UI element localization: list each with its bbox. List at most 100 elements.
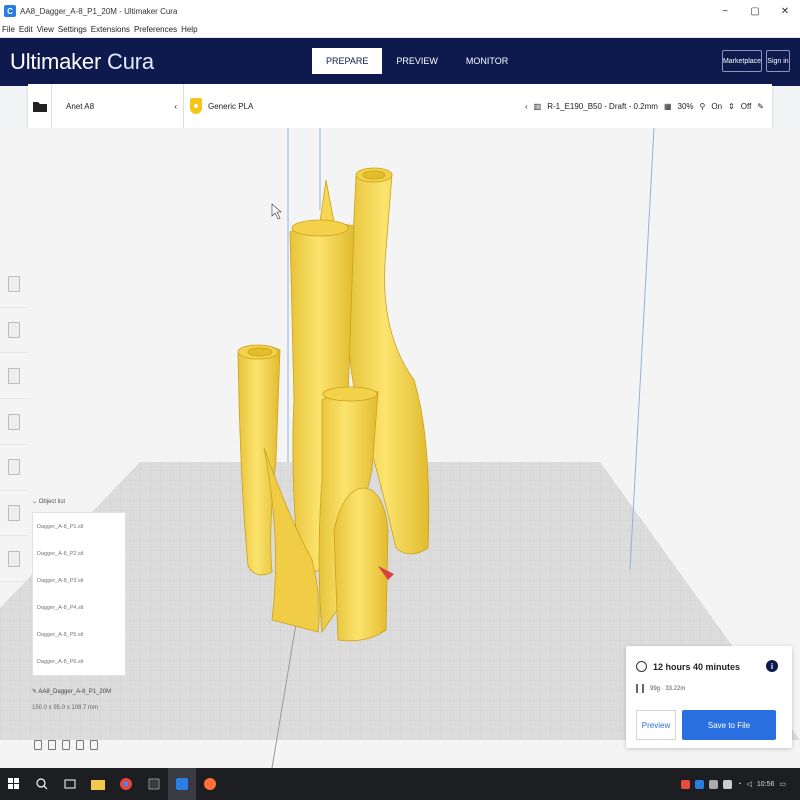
- job-info: ✎ AA8_Dagger_A-8_P1_20M 150.0 x 95.0 x 1…: [32, 688, 111, 711]
- model-dimensions: 150.0 x 95.0 x 108.7 mm: [32, 705, 99, 711]
- maximize-button[interactable]: ▢: [740, 0, 770, 22]
- taskbar-chrome[interactable]: [112, 768, 140, 800]
- list-item[interactable]: Dagger_A-8_P1.stl: [33, 513, 125, 540]
- folder-icon: [32, 102, 47, 112]
- object-list-header[interactable]: ⌄ Object list: [32, 498, 65, 505]
- tab-monitor[interactable]: MONITOR: [452, 48, 522, 74]
- front-view-icon[interactable]: [48, 740, 56, 750]
- cura-app-icon: C: [4, 5, 16, 17]
- right-view-icon[interactable]: [90, 740, 98, 750]
- material-estimate-value: 99g · 33.22m: [650, 685, 686, 692]
- brand-name: Ultimaker: [10, 49, 102, 74]
- tray-cura-icon[interactable]: [695, 779, 705, 789]
- brand-product: Cura: [107, 49, 154, 74]
- preview-button[interactable]: Preview: [636, 710, 676, 740]
- taskbar-cura[interactable]: [168, 768, 196, 800]
- menu-view[interactable]: View: [37, 25, 54, 34]
- move-icon: [8, 276, 20, 293]
- scale-tool-button[interactable]: [0, 308, 28, 354]
- chevron-down-icon: ⌄: [32, 499, 39, 505]
- taskbar-firefox[interactable]: [196, 768, 224, 800]
- menu-extensions[interactable]: Extensions: [91, 25, 130, 34]
- top-view-icon[interactable]: [62, 740, 70, 750]
- profile-name: R-1_E190_B50 - Draft - 0.2mm: [547, 101, 658, 111]
- print-setup-bar: Anet A8 ‹ Generic PLA ‹ ▥ R-1_E190_B50 -…: [28, 84, 772, 128]
- task-view-icon: [64, 779, 76, 789]
- support-icon: ⚲: [699, 101, 706, 111]
- app-header: Ultimaker Cura PREPARE PREVIEW MONITOR M…: [0, 38, 800, 86]
- windows-taskbar: ◔ ◁ 10:56 ▭: [0, 768, 800, 800]
- tray-app-icon[interactable]: [681, 779, 691, 789]
- left-view-icon[interactable]: [76, 740, 84, 750]
- list-item[interactable]: Dagger_A-8_P4.stl: [33, 594, 125, 621]
- list-item[interactable]: Dagger_A-8_P3.stl: [33, 567, 125, 594]
- tool-panel: [0, 262, 28, 583]
- tab-prepare[interactable]: PREPARE: [312, 48, 383, 74]
- list-item[interactable]: Dagger_A-8_P6.stl: [33, 648, 125, 675]
- taskbar-explorer[interactable]: [84, 768, 112, 800]
- volume-icon[interactable]: ◁: [746, 780, 751, 788]
- job-name[interactable]: AA8_Dagger_A-8_P1_20M: [38, 689, 111, 695]
- rotate-icon: [8, 367, 20, 384]
- brand-logo: Ultimaker Cura: [10, 49, 154, 75]
- menu-edit[interactable]: Edit: [19, 25, 33, 34]
- print-settings-selector[interactable]: ‹ ▥ R-1_E190_B50 - Draft - 0.2mm ▦ 30% ⚲…: [525, 84, 772, 128]
- printer-name: Anet A8: [66, 101, 95, 111]
- firefox-icon: [204, 778, 216, 790]
- save-to-file-button[interactable]: Save to File: [682, 710, 776, 740]
- print-estimate-panel: 12 hours 40 minutes i 99g · 33.22m Previ…: [626, 646, 792, 748]
- menu-settings[interactable]: Settings: [58, 25, 87, 34]
- clock-icon: [636, 661, 647, 672]
- cura-icon: [176, 778, 188, 790]
- close-button[interactable]: ✕: [770, 0, 800, 22]
- rotate-tool-button[interactable]: [0, 353, 28, 400]
- window-title: AA8_Dagger_A-8_P1_20M - Ultimaker Cura: [20, 6, 178, 16]
- material-selector[interactable]: Generic PLA: [184, 84, 525, 128]
- object-list-title: Object list: [38, 499, 66, 505]
- task-view-button[interactable]: [56, 768, 84, 800]
- search-icon: [36, 778, 48, 790]
- stage-tabs: PREPARE PREVIEW MONITOR: [312, 48, 522, 74]
- menu-file[interactable]: File: [2, 25, 15, 34]
- mirror-icon: [8, 413, 20, 430]
- multiply-tool-button[interactable]: [0, 536, 28, 583]
- tray-usb-icon[interactable]: [709, 779, 719, 789]
- start-button[interactable]: [0, 768, 28, 800]
- support-blocker-button[interactable]: [0, 491, 28, 537]
- menu-preferences[interactable]: Preferences: [134, 25, 177, 34]
- system-tray: ◔ ◁ 10:56 ▭: [681, 779, 800, 789]
- move-tool-button[interactable]: [0, 262, 28, 308]
- per-model-settings-icon: [8, 459, 20, 476]
- printer-selector[interactable]: Anet A8 ‹: [52, 84, 184, 128]
- mirror-tool-button[interactable]: [0, 399, 28, 445]
- folder-icon: [91, 780, 105, 790]
- multiply-icon: [8, 550, 20, 567]
- adhesion-icon: ⇕: [728, 101, 735, 111]
- 3d-view-icon[interactable]: [34, 740, 42, 750]
- info-icon[interactable]: i: [766, 660, 778, 672]
- search-button[interactable]: [28, 768, 56, 800]
- marketplace-button[interactable]: Marketplace: [722, 50, 762, 72]
- wifi-icon[interactable]: ◔: [737, 781, 741, 788]
- list-item[interactable]: Dagger_A-8_P5.stl: [33, 621, 125, 648]
- per-model-settings-button[interactable]: [0, 445, 28, 491]
- spool-icon: [636, 684, 644, 693]
- open-file-button[interactable]: [28, 84, 52, 128]
- sign-in-button[interactable]: Sign in: [766, 50, 790, 72]
- chevron-left-icon: ‹: [525, 101, 528, 111]
- title-bar: C AA8_Dagger_A-8_P1_20M - Ultimaker Cura…: [0, 0, 800, 22]
- scale-icon: [8, 322, 20, 339]
- notifications-icon[interactable]: ▭: [779, 780, 786, 788]
- tab-preview[interactable]: PREVIEW: [382, 48, 452, 74]
- list-item[interactable]: Dagger_A-8_P2.stl: [33, 540, 125, 567]
- infill-icon: ▦: [663, 101, 672, 111]
- adhesion-value: Off: [740, 101, 752, 111]
- taskbar-clock[interactable]: 10:56: [757, 781, 775, 788]
- menu-help[interactable]: Help: [181, 25, 197, 34]
- profile-icon: ▥: [533, 101, 542, 111]
- material-estimate: 99g · 33.22m: [636, 684, 685, 693]
- tray-battery-icon[interactable]: [723, 779, 733, 789]
- minimize-button[interactable]: −: [710, 0, 740, 22]
- material-spool-icon: [190, 98, 202, 114]
- taskbar-unknown-app[interactable]: [140, 768, 168, 800]
